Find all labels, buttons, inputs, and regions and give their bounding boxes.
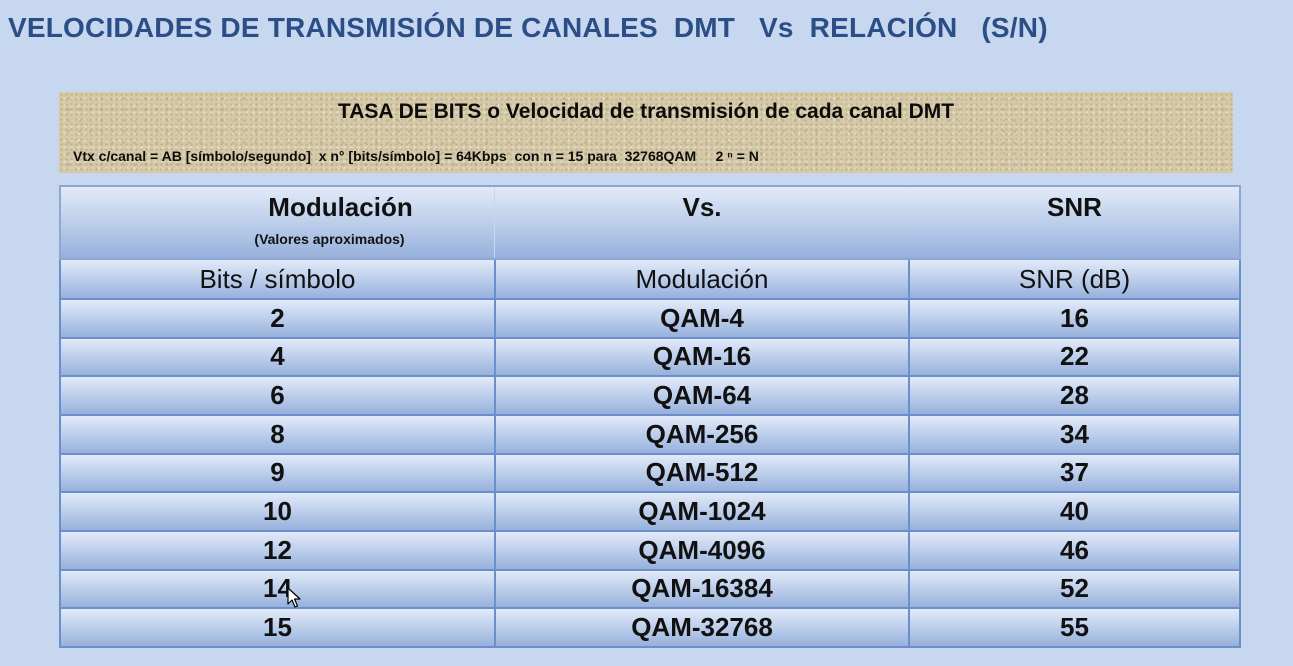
- bits-cell: 10: [59, 491, 496, 532]
- modulation-cell: QAM-256: [494, 413, 910, 455]
- snr-cell: 37: [908, 452, 1241, 494]
- snr-cell: 46: [908, 529, 1241, 571]
- header-vs: Vs.: [682, 192, 722, 222]
- mouse-pointer-icon: [287, 587, 301, 608]
- modulation-cell: QAM-32768: [494, 607, 910, 648]
- header-snr-cell: SNR: [909, 184, 1241, 261]
- column-header-row: Bits / símbolo Modulación SNR (dB): [59, 258, 1241, 300]
- header-modulation: Modulación: [268, 192, 413, 222]
- column-header-modulation: Modulación: [494, 258, 910, 300]
- bits-cell: 15: [59, 607, 496, 648]
- header-vs-cell: Vs.: [495, 184, 909, 261]
- snr-cell: 55: [908, 607, 1241, 648]
- bit-rate-title: TASA DE BITS o Velocidad de transmisión …: [337, 100, 955, 123]
- column-header-snr: SNR (dB): [908, 258, 1241, 300]
- bits-cell: 4: [59, 336, 496, 378]
- snr-cell: 16: [908, 297, 1241, 339]
- table-title-row: Modulación (Valores aproximados) Vs. SNR: [59, 184, 1241, 261]
- table-row: 9 QAM-512 37: [59, 452, 1241, 494]
- table-row: 14 QAM-16384 52: [59, 568, 1241, 610]
- bits-cell: 8: [59, 413, 496, 455]
- modulation-cell: QAM-16: [494, 336, 910, 378]
- modulation-cell: QAM-4: [494, 297, 910, 339]
- bits-cell: 6: [59, 375, 496, 416]
- bit-rate-info-box: TASA DE BITS o Velocidad de transmisión …: [59, 92, 1233, 173]
- modulation-snr-table: Modulación (Valores aproximados) Vs. SNR…: [59, 184, 1241, 648]
- snr-cell: 40: [908, 491, 1241, 532]
- bits-cell: 9: [59, 452, 496, 494]
- bit-rate-formula: Vtx c/canal = AB [símbolo/segundo] x n° …: [73, 148, 759, 164]
- table-row: 10 QAM-1024 40: [59, 491, 1241, 532]
- modulation-cell: QAM-512: [494, 452, 910, 494]
- snr-cell: 28: [908, 375, 1241, 416]
- modulation-cell: QAM-64: [494, 375, 910, 416]
- snr-cell: 52: [908, 568, 1241, 610]
- header-modulation-cell: Modulación (Valores aproximados): [59, 184, 495, 261]
- modulation-cell: QAM-16384: [494, 568, 910, 610]
- header-note: (Valores aproximados): [254, 231, 405, 247]
- snr-cell: 34: [908, 413, 1241, 455]
- column-header-bits: Bits / símbolo: [59, 258, 496, 300]
- table-row: 15 QAM-32768 55: [59, 607, 1241, 648]
- modulation-cell: QAM-1024: [494, 491, 910, 532]
- table-row: 6 QAM-64 28: [59, 375, 1241, 416]
- bits-cell: 14: [59, 568, 496, 610]
- table-row: 2 QAM-4 16: [59, 297, 1241, 339]
- slide-title: VELOCIDADES DE TRANSMISIÓN DE CANALES DM…: [8, 12, 1048, 43]
- table-row: 4 QAM-16 22: [59, 336, 1241, 378]
- modulation-cell: QAM-4096: [494, 529, 910, 571]
- bits-cell: 12: [59, 529, 496, 571]
- bits-cell: 2: [59, 297, 496, 339]
- snr-cell: 22: [908, 336, 1241, 378]
- table-row: 12 QAM-4096 46: [59, 529, 1241, 571]
- table-row: 8 QAM-256 34: [59, 413, 1241, 455]
- header-snr: SNR: [1047, 192, 1102, 222]
